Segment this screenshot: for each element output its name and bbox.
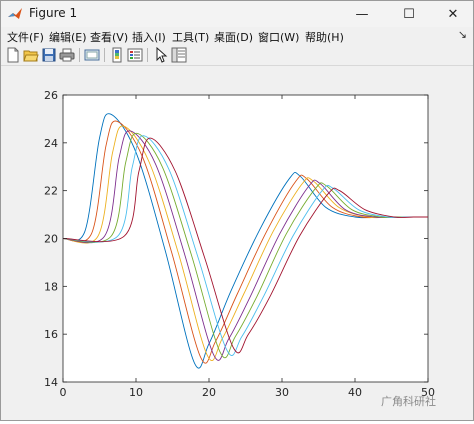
new-figure-icon[interactable]	[5, 47, 21, 63]
minimize-icon: —	[355, 6, 369, 22]
figure-toolbar	[1, 45, 473, 66]
y-tick-label: 18	[44, 280, 58, 293]
maximize-button[interactable]: ☐	[387, 1, 431, 27]
y-tick-label: 20	[44, 233, 58, 246]
menu-window[interactable]: 窗口(W)	[258, 29, 299, 45]
menu-desktop[interactable]: 桌面(D)	[214, 29, 253, 45]
watermark-text: 广角科研社	[381, 395, 436, 408]
pointer-icon[interactable]	[153, 47, 169, 63]
menu-edit[interactable]: 编辑(E)	[49, 29, 87, 45]
close-icon: ✕	[447, 6, 459, 22]
toolbar-separator	[147, 48, 148, 62]
dock-arrow-icon[interactable]: ↘	[458, 28, 467, 41]
line-chart: 0 10 20 30 40 5014161820222426	[44, 89, 435, 399]
menu-bar: 文件(F) 编辑(E) 查看(V) 插入(I) 工具(T) 桌面(D) 窗口(W…	[1, 27, 473, 45]
insert-legend-icon[interactable]	[127, 47, 143, 63]
menu-insert[interactable]: 插入(I)	[132, 29, 166, 45]
y-tick-label: 16	[44, 328, 58, 341]
y-tick-label: 24	[44, 137, 58, 150]
y-tick-label: 22	[44, 185, 58, 198]
toolbar-separator	[79, 48, 80, 62]
y-tick-label: 26	[44, 89, 58, 102]
insert-colorbar-icon[interactable]	[109, 47, 125, 63]
x-tick-label: 20	[202, 386, 216, 399]
menu-view[interactable]: 查看(V)	[90, 29, 128, 45]
toolbar-separator	[104, 48, 105, 62]
window-title: Figure 1	[29, 6, 78, 20]
title-bar: Figure 1 — ☐ ✕	[1, 1, 473, 27]
menu-tools[interactable]: 工具(T)	[172, 29, 209, 45]
matlab-logo-icon	[8, 8, 22, 19]
minimize-button[interactable]: —	[340, 1, 384, 27]
menu-file[interactable]: 文件(F)	[7, 29, 44, 45]
x-tick-label: 40	[348, 386, 362, 399]
save-icon[interactable]	[41, 47, 57, 63]
x-tick-label: 30	[275, 386, 289, 399]
maximize-icon: ☐	[403, 6, 415, 22]
print-icon[interactable]	[59, 47, 75, 63]
figure-window: Figure 1 — ☐ ✕ 文件(F) 编辑(E) 查看(V) 插入(I) 工…	[0, 0, 474, 421]
menu-help[interactable]: 帮助(H)	[305, 29, 344, 45]
link-plot-icon[interactable]	[84, 47, 100, 63]
y-tick-label: 14	[44, 376, 58, 389]
x-tick-label: 10	[129, 386, 143, 399]
property-inspector-icon[interactable]	[171, 47, 187, 63]
figure-canvas: 0 10 20 30 40 50 14 16 18 20 22 24 26	[1, 66, 473, 420]
open-file-icon[interactable]	[23, 47, 39, 63]
close-button[interactable]: ✕	[431, 1, 474, 27]
x-tick-label: 0	[60, 386, 67, 399]
